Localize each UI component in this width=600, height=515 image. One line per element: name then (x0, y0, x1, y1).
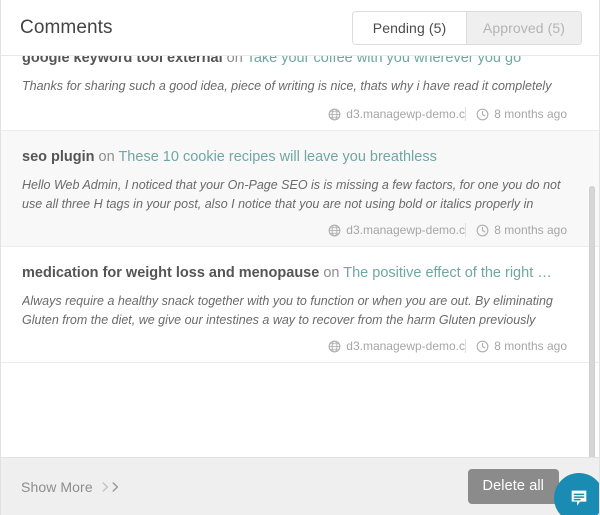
comment-time: 8 months ago (466, 223, 577, 237)
comment-heading: medication for weight loss and menopause… (22, 263, 577, 283)
clock-icon (476, 224, 489, 237)
comment-author: google keyword tool external (22, 56, 223, 66)
globe-icon (328, 108, 341, 121)
tab-approved[interactable]: Approved (5) (467, 11, 581, 44)
delete-all-button[interactable]: Delete all (467, 469, 559, 504)
comment-author: seo plugin (22, 149, 95, 165)
comment-post-link[interactable]: Take your coffee with you wherever you g… (247, 56, 522, 66)
comment-on-label: on (323, 265, 340, 281)
feedback-chat-button[interactable] (554, 473, 599, 515)
comment-body: Thanks for sharing such a good idea, pie… (22, 79, 552, 93)
comment-body: Hello Web Admin, I noticed that your On-… (22, 178, 561, 211)
comment-time-label: 8 months ago (494, 223, 567, 237)
comment-meta: d3.managewp-demo.c 8 months ago (1, 216, 599, 246)
comment-author: medication for weight loss and menopause (22, 265, 320, 281)
clock-icon (476, 340, 489, 353)
comment-site: d3.managewp-demo.c (318, 107, 467, 121)
comment-body: Always require a healthy snack together … (22, 294, 553, 327)
comment-post-link[interactable]: The positive effect of the right … (343, 265, 551, 281)
comments-list: d3.managewp-demo.c 8 months ago (1, 56, 599, 363)
comment-heading: google keyword tool external on Take you… (22, 56, 577, 68)
comment-time-label: 8 months ago (494, 339, 567, 353)
list-item[interactable]: medication for weight loss and menopause… (1, 247, 599, 363)
comment-on-label: on (98, 149, 115, 165)
widget-footer: Show More Delete all (1, 457, 599, 515)
chat-bubble-icon (568, 487, 590, 509)
widget-header: Comments Pending (5) Approved (5) (1, 0, 599, 56)
comments-scroll-area[interactable]: d3.managewp-demo.c 8 months ago (1, 56, 599, 457)
show-more-label: Show More (21, 478, 93, 495)
globe-icon (328, 224, 341, 237)
globe-icon (328, 340, 341, 353)
comment-meta: d3.managewp-demo.c 8 months ago (1, 100, 599, 130)
comment-main: seo plugin on These 10 cookie recipes wi… (1, 131, 599, 216)
comment-post-link[interactable]: These 10 cookie recipes will leave you b… (118, 149, 436, 165)
comment-main: google keyword tool external on Take you… (1, 56, 599, 100)
page-title: Comments (20, 16, 113, 38)
comment-site-label: d3.managewp-demo.c (346, 107, 466, 121)
comment-site: d3.managewp-demo.c (318, 339, 467, 353)
comment-time: 8 months ago (466, 107, 577, 121)
comment-on-label: on (226, 56, 243, 66)
clock-icon (476, 108, 489, 121)
list-item[interactable]: seo plugin on These 10 cookie recipes wi… (1, 131, 599, 247)
comment-site-label: d3.managewp-demo.c (346, 223, 466, 237)
list-item[interactable]: google keyword tool external on Take you… (1, 56, 599, 131)
chevron-right-icon (101, 481, 120, 493)
comment-heading: seo plugin on These 10 cookie recipes wi… (22, 147, 577, 167)
comment-site: d3.managewp-demo.c (318, 223, 467, 237)
show-more-button[interactable]: Show More (21, 479, 120, 495)
comment-meta: d3.managewp-demo.c 8 months ago (1, 332, 599, 362)
tab-pending[interactable]: Pending (5) (353, 11, 467, 44)
comment-site-label: d3.managewp-demo.c (346, 339, 466, 353)
status-tab-group: Pending (5) Approved (5) (352, 10, 582, 45)
comment-time: 8 months ago (466, 339, 577, 353)
comment-time-label: 8 months ago (494, 107, 567, 121)
comment-main: medication for weight loss and menopause… (1, 247, 599, 332)
comments-widget: Comments Pending (5) Approved (5) google… (0, 0, 600, 515)
